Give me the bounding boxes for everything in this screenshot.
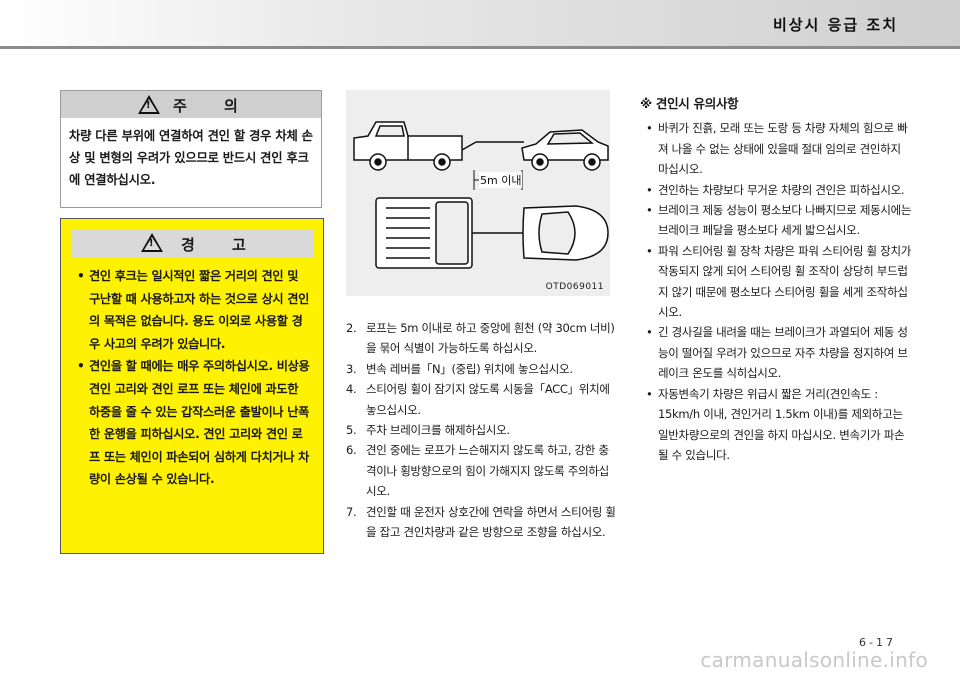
step-number: 6. <box>346 443 357 458</box>
step-number: 3. <box>346 361 357 376</box>
note-item: 파워 스티어링 휠 장착 차량은 파워 스티어링 휠 장치가 작동되지 않게 되… <box>640 241 912 323</box>
step-text: 스티어링 휠이 잠기지 않도록 시동을「ACC」위치에 놓으십시오. <box>366 382 610 417</box>
figure-code: OTD069011 <box>545 282 604 292</box>
warning-list: 견인 후크는 일시적인 짧은 거리의 견인 및 구난할 때 사용하고자 하는 것… <box>61 257 323 491</box>
note-item: 브레이크 제동 성능이 평소보다 나빠지므로 제동시에는 브레이크 페달을 평소… <box>640 200 912 241</box>
section-title: 비상시 응급 조치 <box>772 16 898 34</box>
sedan-top <box>522 205 609 261</box>
towing-diagram <box>353 121 609 269</box>
step-item: 6. 견인 중에는 로프가 느슨해지지 않도록 하고, 강한 충격이나 횡방향으로… <box>346 440 618 501</box>
distance-label: 5m 이내 <box>479 172 523 188</box>
warning-box: ! 경 고 견인 후크는 일시적인 짧은 거리의 견인 및 구난할 때 사용하고… <box>60 218 324 554</box>
towing-notes: ※ 견인시 유의사항 바퀴가 진흙, 모래 또는 도랑 등 차량 자체의 힘으로… <box>640 94 912 465</box>
step-text: 로프는 5m 이내로 하고 중앙에 흰천 (약 30cm 너비)을 묶어 식별이… <box>366 321 615 356</box>
step-text: 견인할 때 운전자 상호간에 연락을 하면서 스티어링 휠을 잡고 견인차량과 … <box>366 504 616 540</box>
warning-header: ! 경 고 <box>71 229 313 257</box>
sedan-side <box>521 129 609 171</box>
warning-item: 견인을 할 때에는 매우 주의하십시오. 비상용 견인 고리와 견인 로프 또는… <box>75 355 313 491</box>
note-item: 긴 경사길을 내려올 때는 브레이크가 과열되어 제동 성능이 떨어질 우려가 … <box>640 322 912 383</box>
header-divider <box>0 46 960 49</box>
exclamation-mark: ! <box>146 100 151 111</box>
notes-title: ※ 견인시 유의사항 <box>640 96 739 111</box>
step-text: 변속 레버를「N」(중립) 위치에 놓으십시오. <box>366 361 573 376</box>
towing-illustration: 5m 이내 OTD069011 <box>346 90 610 296</box>
warning-item: 견인 후크는 일시적인 짧은 거리의 견인 및 구난할 때 사용하고자 하는 것… <box>75 265 313 355</box>
caution-text: 차량 다른 부위에 연결하여 견인 할 경우 차체 손상 및 변형의 우려가 있… <box>69 129 313 187</box>
step-number: 5. <box>346 423 357 438</box>
towing-steps: 2. 로프는 5m 이내로 하고 중앙에 흰천 (약 30cm 너비)을 묶어 식… <box>346 318 618 542</box>
step-number: 4. <box>346 382 357 397</box>
step-item: 2. 로프는 5m 이내로 하고 중앙에 흰천 (약 30cm 너비)을 묶어 식… <box>346 318 618 359</box>
note-item: 견인하는 차량보다 무거운 차량의 견인은 피하십시오. <box>640 180 912 201</box>
step-item: 5. 주차 브레이크를 해제하십시오. <box>346 420 618 440</box>
step-item: 7. 견인할 때 운전자 상호간에 연락을 하면서 스티어링 휠을 잡고 견인차량… <box>346 502 618 543</box>
note-item: 바퀴가 진흙, 모래 또는 도랑 등 차량 자체의 힘으로 빠져 나올 수 없는… <box>640 118 912 179</box>
watermark: carmanualsonline.info <box>700 648 928 672</box>
step-text: 견인 중에는 로프가 느슨해지지 않도록 하고, 강한 충격이나 횡방향으로의 … <box>366 443 609 499</box>
warning-title: 경 고 <box>181 236 262 254</box>
tow-truck-side <box>353 121 477 171</box>
note-item: 자동변속기 차량은 위급시 짧은 거리(견인속도 : 15km/h 이내, 견인… <box>640 384 912 466</box>
caution-title: 주 의 <box>173 97 254 115</box>
step-number: 7. <box>346 504 357 519</box>
step-item: 3. 변속 레버를「N」(중립) 위치에 놓으십시오. <box>346 359 618 379</box>
caution-box: ! 주 의 차량 다른 부위에 연결하여 견인 할 경우 차체 손상 및 변형의… <box>60 90 322 208</box>
step-number: 2. <box>346 321 357 335</box>
step-text: 주차 브레이크를 해제하십시오. <box>366 423 510 438</box>
step-item: 4. 스티어링 휠이 잠기지 않도록 시동을「ACC」위치에 놓으십시오. <box>346 379 618 420</box>
caution-header: ! 주 의 <box>61 91 321 118</box>
exclamation-mark: ! <box>149 238 154 249</box>
tow-truck-top <box>375 197 524 269</box>
